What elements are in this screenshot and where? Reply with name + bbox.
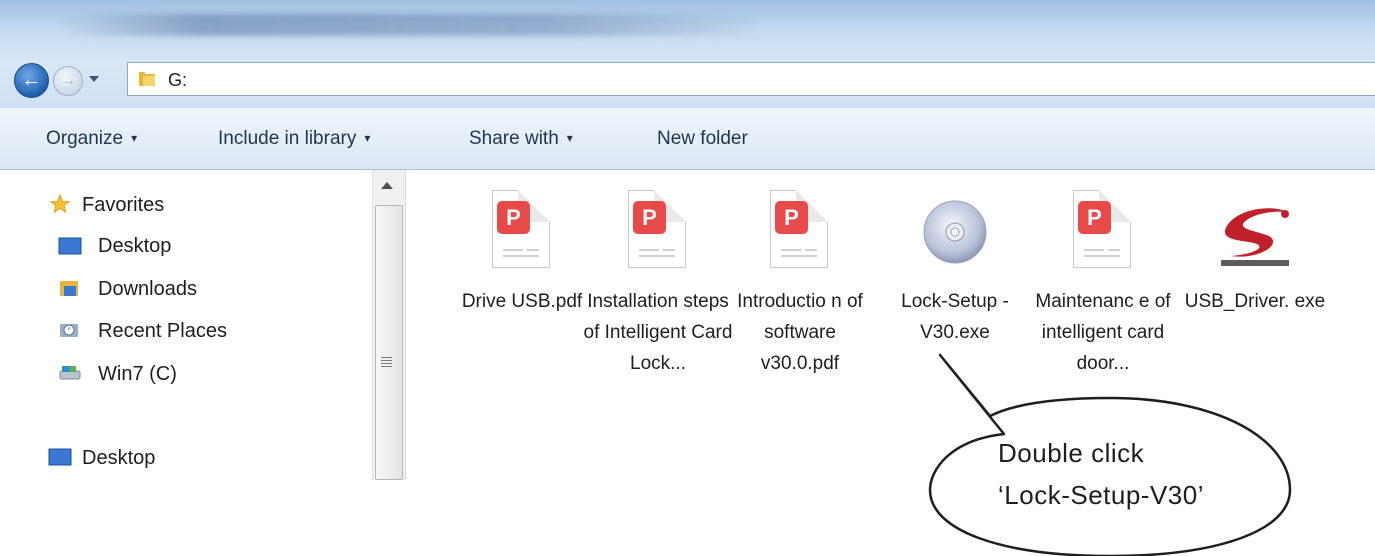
new-folder-label: New folder [657,128,748,149]
chevron-down-icon: ▾ [131,131,138,145]
callout-line-2: ‘Lock-Setup-V30’ [998,480,1204,510]
command-toolbar: Organize ▾ Include in library ▾ Share with… [0,108,1375,170]
nav-downloads[interactable]: Downloads [98,278,197,301]
scroll-thumb[interactable] [375,205,403,480]
navigation-pane: Favorites Desktop Downloads Recent Place… [0,170,372,480]
file-item[interactable]: USB_Driver. exe [1180,190,1330,317]
address-path: G: [168,70,188,90]
file-item[interactable]: P Introductio n of software v30.0.pdf [725,190,875,379]
nav-favorites[interactable]: Favorites [82,194,164,217]
file-label: Maintenanc e of intelligent card door... [1035,291,1171,374]
file-label: Introductio n of software v30.0.pdf [737,291,863,374]
file-label: Installation steps of Intelligent Card L… [583,291,733,374]
include-in-library-label: Include in library [218,128,357,149]
scroll-up-arrow-icon[interactable] [381,182,393,189]
nav-desktop-root[interactable]: Desktop [82,447,155,470]
back-arrow-icon: ← [21,69,42,91]
organize-label: Organize [46,128,124,149]
silicon-labs-logo-icon [1213,190,1297,278]
file-label: Lock-Setup -V30.exe [901,291,1009,343]
share-with-label: Share with [469,128,559,149]
pdf-file-icon: P [1061,190,1145,278]
blurred-window-title [60,14,760,36]
file-item-lock-setup[interactable]: Lock-Setup -V30.exe [880,190,1030,348]
setup-disc-icon [913,190,997,278]
scroll-grip-icon [381,357,392,358]
recent-pages-dropdown-icon[interactable] [89,76,99,82]
file-item[interactable]: P Maintenanc e of intelligent card door.… [1028,190,1178,379]
nav-pane-scrollbar[interactable] [372,170,406,480]
callout-line-1: Double click [998,438,1145,468]
recent-places-icon [60,324,78,337]
file-item[interactable]: P Drive USB.pdf [447,190,597,317]
downloads-folder-icon [60,281,78,296]
file-label: Drive USB.pdf [461,291,583,312]
pdf-file-icon: P [616,190,700,278]
back-button[interactable]: ← [14,63,49,98]
forward-arrow-icon: → [60,72,76,89]
file-item[interactable]: P Installation steps of Intelligent Card… [583,190,733,379]
drive-icon [59,366,81,380]
folder-icon [139,72,155,86]
organize-button[interactable]: Organize ▾ [46,128,137,150]
pdf-file-icon: P [480,190,564,278]
chevron-down-icon: ▾ [364,131,371,145]
star-icon [49,194,71,214]
desktop-icon [58,237,82,255]
pdf-file-icon: P [758,190,842,278]
desktop-icon [48,448,72,466]
nav-win7-drive[interactable]: Win7 (C) [98,363,177,386]
chevron-down-icon: ▾ [566,131,573,145]
forward-button[interactable]: → [53,66,83,96]
new-folder-button[interactable]: New folder [657,128,748,150]
share-with-button[interactable]: Share with ▾ [469,128,573,150]
nav-desktop[interactable]: Desktop [98,235,171,258]
address-bar[interactable]: G: [127,62,1375,96]
nav-recent-places[interactable]: Recent Places [98,320,227,343]
include-in-library-button[interactable]: Include in library ▾ [218,128,370,150]
file-label: USB_Driver. exe [1184,291,1326,312]
